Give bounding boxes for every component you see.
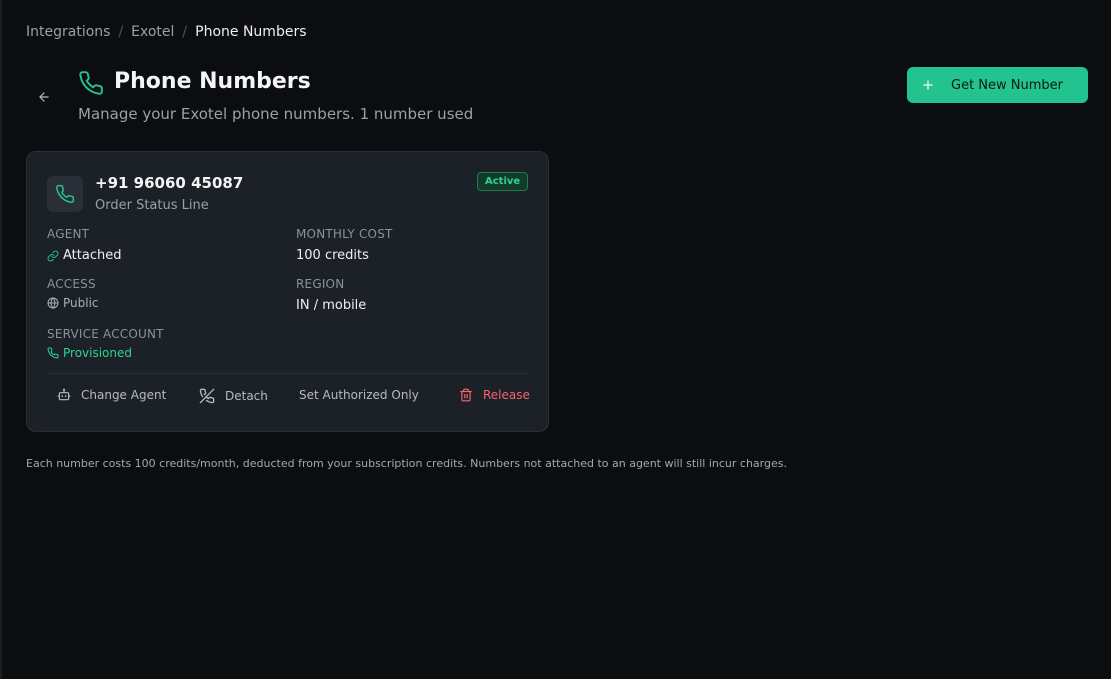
- service-account-value: Provisioned: [47, 346, 132, 360]
- get-new-number-button[interactable]: Get New Number: [907, 67, 1088, 103]
- access-text: Public: [63, 296, 99, 310]
- page-subtitle: Manage your Exotel phone numbers. 1 numb…: [78, 105, 474, 123]
- detach-button[interactable]: Detach: [199, 388, 268, 404]
- service-account-label: SERVICE ACCOUNT: [47, 327, 164, 341]
- change-agent-button[interactable]: Change Agent: [57, 388, 166, 402]
- breadcrumb-phone-numbers: Phone Numbers: [195, 24, 307, 40]
- breadcrumb-exotel[interactable]: Exotel: [131, 24, 174, 40]
- link-icon: [47, 250, 59, 261]
- phone-number-label: Order Status Line: [95, 198, 209, 213]
- phone-number-card: +91 96060 45087 Order Status Line Active…: [26, 151, 549, 432]
- back-button[interactable]: [33, 86, 55, 108]
- phone-icon: [56, 184, 75, 204]
- window-edge: [0, 0, 2, 679]
- release-button[interactable]: Release: [459, 388, 530, 402]
- card-divider: [47, 373, 529, 374]
- page-title: Phone Numbers: [114, 69, 311, 94]
- breadcrumb-separator: /: [182, 24, 188, 40]
- monthly-cost-value: 100 credits: [296, 248, 369, 263]
- monthly-cost-label: MONTHLY COST: [296, 227, 393, 241]
- number-avatar: [47, 176, 83, 212]
- breadcrumb-integrations[interactable]: Integrations: [26, 24, 110, 40]
- region-label: REGION: [296, 277, 345, 291]
- globe-icon: [47, 297, 59, 309]
- plus-icon: [923, 80, 933, 90]
- service-account-text: Provisioned: [63, 346, 133, 360]
- bot-icon: [57, 388, 71, 401]
- status-badge: Active: [477, 172, 529, 191]
- access-value: Public: [47, 296, 99, 310]
- agent-status: Attached: [63, 248, 122, 263]
- phone-number: +91 96060 45087: [95, 174, 244, 192]
- trash-icon: [460, 388, 472, 402]
- region-value: IN / mobile: [296, 298, 367, 313]
- phone-off-icon: [199, 388, 215, 404]
- agent-value: Attached: [47, 248, 121, 263]
- agent-label: AGENT: [47, 227, 90, 241]
- billing-footnote: Each number costs 100 credits/month, ded…: [26, 457, 787, 470]
- phone-icon: [47, 347, 59, 359]
- set-authorized-only-button[interactable]: Set Authorized Only: [299, 388, 419, 402]
- detach-label: Detach: [225, 389, 268, 403]
- breadcrumb: Integrations / Exotel / Phone Numbers: [26, 24, 307, 40]
- get-new-number-label: Get New Number: [951, 77, 1064, 93]
- arrow-left-icon: [39, 92, 49, 102]
- phone-icon: [79, 71, 103, 95]
- release-label: Release: [483, 388, 530, 402]
- breadcrumb-separator: /: [118, 24, 124, 40]
- set-authorized-only-label: Set Authorized Only: [299, 388, 419, 402]
- access-label: ACCESS: [47, 277, 96, 291]
- change-agent-label: Change Agent: [81, 388, 167, 402]
